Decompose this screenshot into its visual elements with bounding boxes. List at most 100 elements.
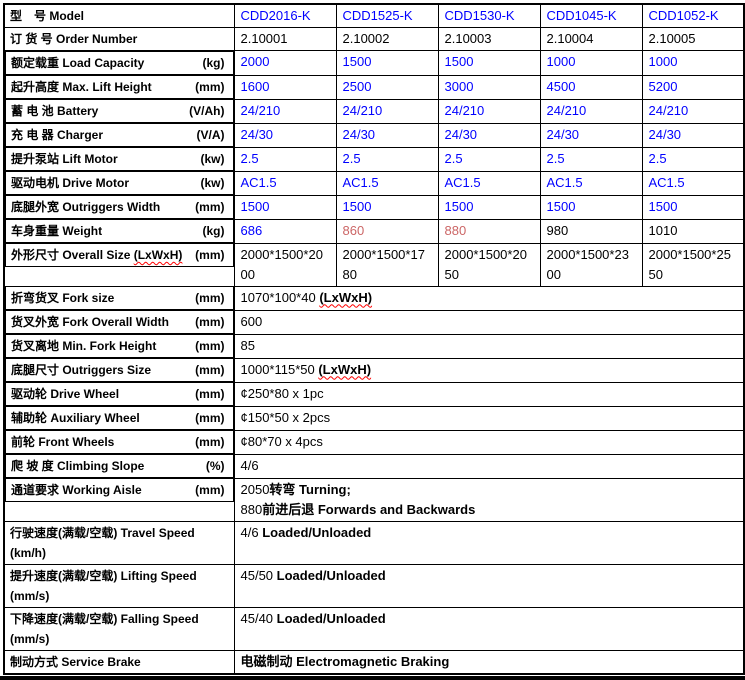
value-cell-battery-col4: 24/210 xyxy=(540,99,642,123)
text-segment: 车身重量 Weight xyxy=(11,224,102,238)
row-label-lifting-speed: 提升速度(满载/空载) Lifting Speed(mm/s) xyxy=(4,564,234,607)
text-segment: 充 电 器 Charger xyxy=(11,128,103,142)
row-label-travel-speed: 行驶速度(满载/空载) Travel Speed (km/h) xyxy=(4,521,234,564)
value-span-front-wheels: ¢80*70 x 4pcs xyxy=(234,430,744,454)
value-span-fork-overall-width: 600 xyxy=(234,310,744,334)
value-cell-overall-size-col4: 2000*1500*2300 xyxy=(540,243,642,286)
value-span-fork-size: 1070*100*40 (LxWxH) xyxy=(234,286,744,310)
value-cell-drive-motor-col4: AC1.5 xyxy=(540,171,642,195)
text-segment: 驱动轮 Drive Wheel xyxy=(11,387,119,401)
value-cell-outriggers-width-col5: 1500 xyxy=(642,195,744,219)
row-label-model: 型 号 Model xyxy=(4,4,234,28)
row-label-text: 额定载重 Load Capacity xyxy=(11,53,144,73)
text-segment: 24/30 xyxy=(241,127,274,142)
row-label-text: 下降速度(满载/空载) Falling Speed(mm/s) xyxy=(10,609,226,649)
value-span-climbing-slope: 4/6 xyxy=(234,454,744,478)
value-cell-outriggers-width-col4: 1500 xyxy=(540,195,642,219)
text-segment: 1010 xyxy=(649,223,678,238)
text-segment: ¢80*70 x 4pcs xyxy=(241,434,323,449)
value-cell-weight-col4: 980 xyxy=(540,219,642,243)
row-unit: (mm) xyxy=(195,197,224,217)
value-cell-charger-col5: 24/30 xyxy=(642,123,744,147)
text-segment: (LxWxH) xyxy=(134,248,183,262)
value-cell-battery-col3: 24/210 xyxy=(438,99,540,123)
row-label-climbing-slope: 爬 坡 度 Climbing Slope(%) xyxy=(5,454,234,478)
bottom-rule xyxy=(0,676,745,680)
value-cell-overall-size-col3: 2000*1500*2050 xyxy=(438,243,540,286)
text-segment: 1600 xyxy=(241,79,270,94)
text-segment: 2.5 xyxy=(649,151,667,166)
text-segment: 2.5 xyxy=(241,151,259,166)
text-segment: 行驶速度(满载/空载) Travel Speed xyxy=(10,526,195,540)
value-cell-load-capacity-col3: 1500 xyxy=(438,51,540,76)
text-segment: 2000*1500*1780 xyxy=(343,247,425,282)
text-segment: 1500 xyxy=(343,199,372,214)
text-segment: 底腿尺寸 Outriggers Size xyxy=(11,363,151,377)
text-segment: 2.10004 xyxy=(547,31,594,46)
text-segment: CDD1045-K xyxy=(547,8,617,23)
text-segment: 1500 xyxy=(547,199,576,214)
text-segment: 45/50 xyxy=(241,568,277,583)
spec-row-falling-speed: 下降速度(满载/空载) Falling Speed(mm/s) 45/40 Loa… xyxy=(4,607,744,650)
row-label-text: 前轮 Front Wheels xyxy=(11,432,114,452)
row-label-battery: 蓄 电 池 Battery(V/Ah) xyxy=(5,99,234,123)
row-label-order-number: 订 货 号 Order Number xyxy=(4,28,234,51)
value-cell-model-col1: CDD2016-K xyxy=(234,4,336,28)
text-segment: 起升高度 Max. Lift Height xyxy=(11,80,152,94)
text-segment: ¢150*50 x 2pcs xyxy=(241,410,331,425)
spec-row-min-fork-height: 货叉离地 Min. Fork Height(mm)85 xyxy=(4,334,744,358)
row-label-overall-size: 外形尺寸 Overall Size (LxWxH)(mm) xyxy=(5,243,234,267)
value-cell-max-lift-height-col1: 1600 xyxy=(234,75,336,99)
value-cell-drive-motor-col2: AC1.5 xyxy=(336,171,438,195)
row-label-text: 充 电 器 Charger xyxy=(11,125,103,145)
value-cell-order-number-col3: 2.10003 xyxy=(438,28,540,51)
spec-row-outriggers-size: 底腿尺寸 Outriggers Size (mm) 1000*115*50 (LxW… xyxy=(4,358,744,382)
spec-table: 型 号 ModelCDD2016-KCDD1525-KCDD1530-KCDD1… xyxy=(3,3,745,675)
row-unit: (mm) xyxy=(195,360,224,380)
row-label-text: 折弯货叉 Fork size xyxy=(11,288,114,308)
text-segment: 24/210 xyxy=(445,103,485,118)
row-label-text: 提升泵站 Lift Motor xyxy=(11,149,118,169)
text-segment: (km/h) xyxy=(10,546,46,560)
value-cell-load-capacity-col2: 1500 xyxy=(336,51,438,76)
value-span-outriggers-size: 1000*115*50 (LxWxH) xyxy=(234,358,744,382)
row-label-text: 货叉离地 Min. Fork Height xyxy=(11,336,156,356)
spec-row-battery: 蓄 电 池 Battery(V/Ah)24/21024/21024/21024/… xyxy=(4,99,744,123)
text-segment: 蓄 电 池 Battery xyxy=(11,104,98,118)
text-segment: 2.10001 xyxy=(241,31,288,46)
row-label-text: 车身重量 Weight xyxy=(11,221,102,241)
spec-row-load-capacity: 额定载重 Load Capacity(kg)200015001500100010… xyxy=(4,51,744,76)
row-unit: (mm) xyxy=(195,312,224,332)
text-segment: 2050 xyxy=(241,482,270,497)
text-segment: 爬 坡 度 Climbing Slope xyxy=(11,459,144,473)
value-cell-charger-col1: 24/30 xyxy=(234,123,336,147)
text-segment: 24/30 xyxy=(649,127,682,142)
text-segment: Loaded/Unloaded xyxy=(262,525,371,540)
text-segment: 转弯 Turning; xyxy=(269,482,350,497)
spec-row-overall-size: 外形尺寸 Overall Size (LxWxH)(mm) 2000*1500*2… xyxy=(4,243,744,286)
text-segment: 通道要求 Working Aisle xyxy=(11,483,142,497)
text-segment: 4/6 xyxy=(241,458,259,473)
spec-row-fork-overall-width: 货叉外宽 Fork Overall Width (mm) 600 xyxy=(4,310,744,334)
spec-row-drive-motor: 驱动电机 Drive Motor(kw)AC1.5AC1.5AC1.5AC1.5… xyxy=(4,171,744,195)
text-segment: 驱动电机 Drive Motor xyxy=(11,176,129,190)
spec-row-fork-size: 折弯货叉 Fork size(mm)1070*100*40 (LxWxH) xyxy=(4,286,744,310)
row-unit: (mm) xyxy=(195,432,224,452)
text-segment: 45/40 xyxy=(241,611,277,626)
text-segment: 880 xyxy=(241,502,263,517)
spec-row-outriggers-width: 底腿外宽 Outriggers Width(mm)150015001500150… xyxy=(4,195,744,219)
row-label-lift-motor: 提升泵站 Lift Motor(kw) xyxy=(5,147,234,171)
text-segment: 型 号 Model xyxy=(10,9,84,23)
text-segment: (LxWxH) xyxy=(319,290,372,305)
text-segment: 1000 xyxy=(547,54,576,69)
row-label-working-aisle: 通道要求 Working Aisle(mm) xyxy=(5,478,234,502)
text-segment: Loaded/Unloaded xyxy=(277,611,386,626)
spec-table-body: 型 号 ModelCDD2016-KCDD1525-KCDD1530-KCDD1… xyxy=(4,4,744,674)
value-cell-order-number-col5: 2.10005 xyxy=(642,28,744,51)
text-segment: 2.10005 xyxy=(649,31,696,46)
row-label-drive-motor: 驱动电机 Drive Motor(kw) xyxy=(5,171,234,195)
row-label-text: 货叉外宽 Fork Overall Width xyxy=(11,312,169,332)
text-segment: 2.5 xyxy=(547,151,565,166)
text-segment: Loaded/Unloaded xyxy=(277,568,386,583)
value-cell-outriggers-width-col2: 1500 xyxy=(336,195,438,219)
